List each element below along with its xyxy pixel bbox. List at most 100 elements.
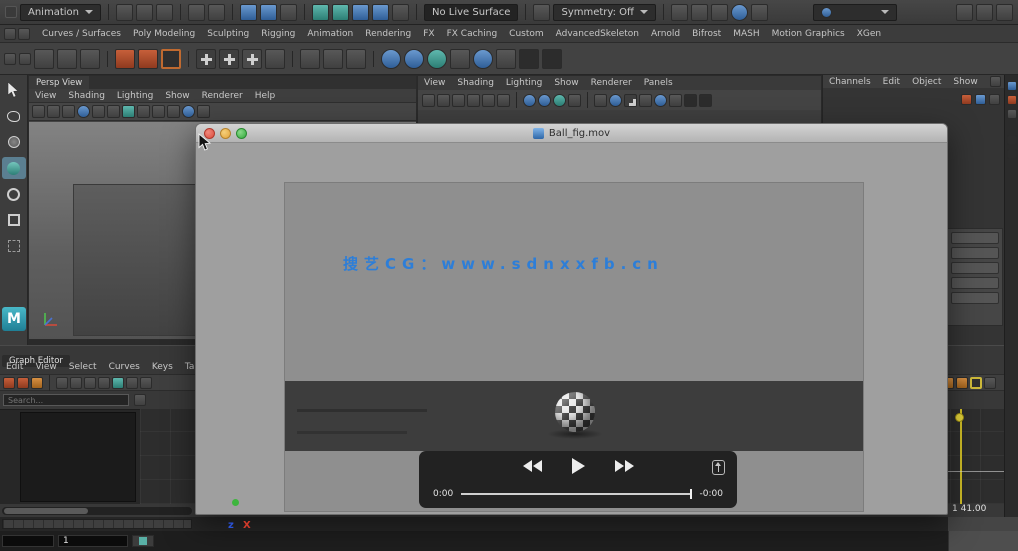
render-view-icon[interactable] (670, 3, 688, 21)
shelf-tab-motion-graphics[interactable]: Motion Graphics (766, 29, 851, 39)
viewport-toolbar-icon[interactable] (197, 105, 210, 118)
shelf-item[interactable] (323, 48, 343, 69)
shelf-item[interactable] (265, 48, 285, 69)
menu-show[interactable]: Show (548, 78, 584, 88)
shelf-tab-custom[interactable]: Custom (503, 29, 549, 39)
shelf-tab-bifrost[interactable]: Bifrost (686, 29, 727, 39)
shelf-item[interactable] (57, 48, 77, 69)
symmetry-selector[interactable]: Symmetry: Off (553, 3, 656, 21)
launch-render-setup-icon[interactable] (750, 3, 768, 21)
shelf-item[interactable] (427, 48, 447, 69)
toggle-tool-settings-icon[interactable] (996, 3, 1013, 21)
play-button[interactable] (571, 458, 585, 474)
viewport-toolbar-icon[interactable] (568, 93, 581, 107)
graph-editor-search-input[interactable] (3, 394, 129, 406)
playhead[interactable] (960, 409, 962, 504)
viewport-toolbar-icon[interactable] (422, 93, 435, 107)
viewport-toolbar-icon[interactable] (482, 93, 495, 107)
live-surface-field[interactable]: No Live Surface (423, 3, 519, 21)
scale-tool[interactable] (2, 209, 26, 231)
shelf-item[interactable] (34, 48, 54, 69)
channel-options-icon[interactable] (989, 94, 1000, 105)
shelf-tab-fx-caching[interactable]: FX Caching (441, 29, 504, 39)
viewport-toolbar-icon[interactable] (497, 93, 510, 107)
graph-editor-outliner[interactable] (0, 409, 140, 504)
range-handle[interactable] (139, 537, 147, 545)
viewport-toolbar-icon[interactable] (47, 105, 60, 118)
shelf-item[interactable] (519, 48, 539, 69)
viewport-toolbar-icon[interactable] (32, 105, 45, 118)
undo-icon[interactable] (187, 3, 205, 21)
channel-field[interactable] (951, 292, 999, 304)
video-area[interactable]: 搜艺CG：www.sdnxxfb.cn 0:00 -0:00 (284, 182, 864, 512)
shelf-menu-icon[interactable] (18, 27, 30, 40)
menu-select[interactable]: Select (63, 362, 103, 372)
menu-renderer[interactable]: Renderer (585, 78, 638, 88)
make-live-icon[interactable] (391, 3, 409, 21)
shelf-tab-arnold[interactable]: Arnold (645, 29, 686, 39)
channel-field[interactable] (951, 262, 999, 274)
graph-toolbar-icon[interactable] (3, 376, 15, 389)
menu-edit[interactable]: Edit (0, 362, 29, 372)
viewport-toolbar-icon[interactable] (137, 105, 150, 118)
ipr-render-icon[interactable] (710, 3, 728, 21)
menu-view[interactable]: View (418, 78, 451, 88)
viewport-toolbar-icon[interactable] (609, 93, 622, 107)
shelf-tab-curves-surfaces[interactable]: Curves / Surfaces (36, 29, 127, 39)
shelf-item[interactable] (196, 48, 216, 69)
time-slider-ticks[interactable] (2, 519, 192, 529)
progress-track[interactable] (461, 489, 692, 499)
menu-lighting[interactable]: Lighting (500, 78, 548, 88)
range-slider-bar[interactable] (132, 535, 154, 547)
shelf-item[interactable] (138, 48, 158, 69)
menu-channels[interactable]: Channels (823, 77, 877, 87)
menu-lighting[interactable]: Lighting (111, 91, 159, 101)
select-tool[interactable] (2, 79, 26, 101)
shelf-tab-poly-modeling[interactable]: Poly Modeling (127, 29, 201, 39)
input-connections-icon[interactable] (533, 3, 551, 21)
snap-to-grid-icon[interactable] (311, 3, 329, 21)
menu-curves[interactable]: Curves (103, 362, 146, 372)
paint-select-tool[interactable] (2, 131, 26, 153)
viewport-toolbar-icon[interactable] (553, 93, 566, 107)
status-line-collapse-icon[interactable] (5, 6, 17, 18)
graph-toolbar-icon[interactable] (956, 377, 968, 389)
shelf-item[interactable] (219, 48, 239, 69)
viewport-toolbar-icon[interactable] (523, 93, 536, 107)
menu-object[interactable]: Object (906, 77, 947, 87)
graph-toolbar-icon[interactable] (70, 376, 82, 389)
graph-toolbar-icon[interactable] (126, 376, 138, 389)
shelf-item[interactable] (450, 48, 470, 69)
menu-panels[interactable]: Panels (638, 78, 679, 88)
shelf-item[interactable] (496, 48, 516, 69)
current-frame-field[interactable]: 1 (58, 535, 128, 547)
shelf-tab-advancedskeleton[interactable]: AdvancedSkeleton (550, 29, 645, 39)
shelf-item[interactable] (346, 48, 366, 69)
time-slider[interactable] (0, 517, 1018, 531)
graph-toolbar-icon[interactable] (984, 377, 996, 389)
shelf-item[interactable] (381, 48, 401, 69)
shelf-item[interactable] (404, 48, 424, 69)
last-tool-used[interactable] (2, 235, 26, 257)
modeling-toolkit-tab-icon[interactable] (1006, 135, 1017, 145)
toggle-attribute-editor-icon[interactable] (976, 3, 993, 21)
viewport-toolbar-icon[interactable] (594, 93, 607, 107)
shelf-row-menu-icon[interactable] (19, 52, 31, 65)
search-filter-icon[interactable] (134, 394, 146, 406)
time-slider-right-block[interactable] (948, 517, 1018, 531)
outliner-list[interactable] (20, 412, 136, 502)
menu-shading[interactable]: Shading (451, 78, 500, 88)
render-current-frame-icon[interactable] (690, 3, 708, 21)
viewport-toolbar-icon[interactable] (624, 93, 637, 107)
new-scene-icon[interactable] (115, 3, 133, 21)
render-settings-icon[interactable] (730, 3, 748, 21)
shelf-tab-mash[interactable]: MASH (727, 29, 765, 39)
viewport-toolbar-icon[interactable] (182, 105, 195, 118)
viewport-toolbar-icon[interactable] (684, 93, 697, 107)
shelf-item[interactable] (242, 48, 262, 69)
snap-to-point-icon[interactable] (351, 3, 369, 21)
shelf-item[interactable] (473, 48, 493, 69)
menu-shading[interactable]: Shading (62, 91, 111, 101)
select-by-hierarchy-icon[interactable] (239, 3, 257, 21)
shelf-tab-sculpting[interactable]: Sculpting (201, 29, 255, 39)
